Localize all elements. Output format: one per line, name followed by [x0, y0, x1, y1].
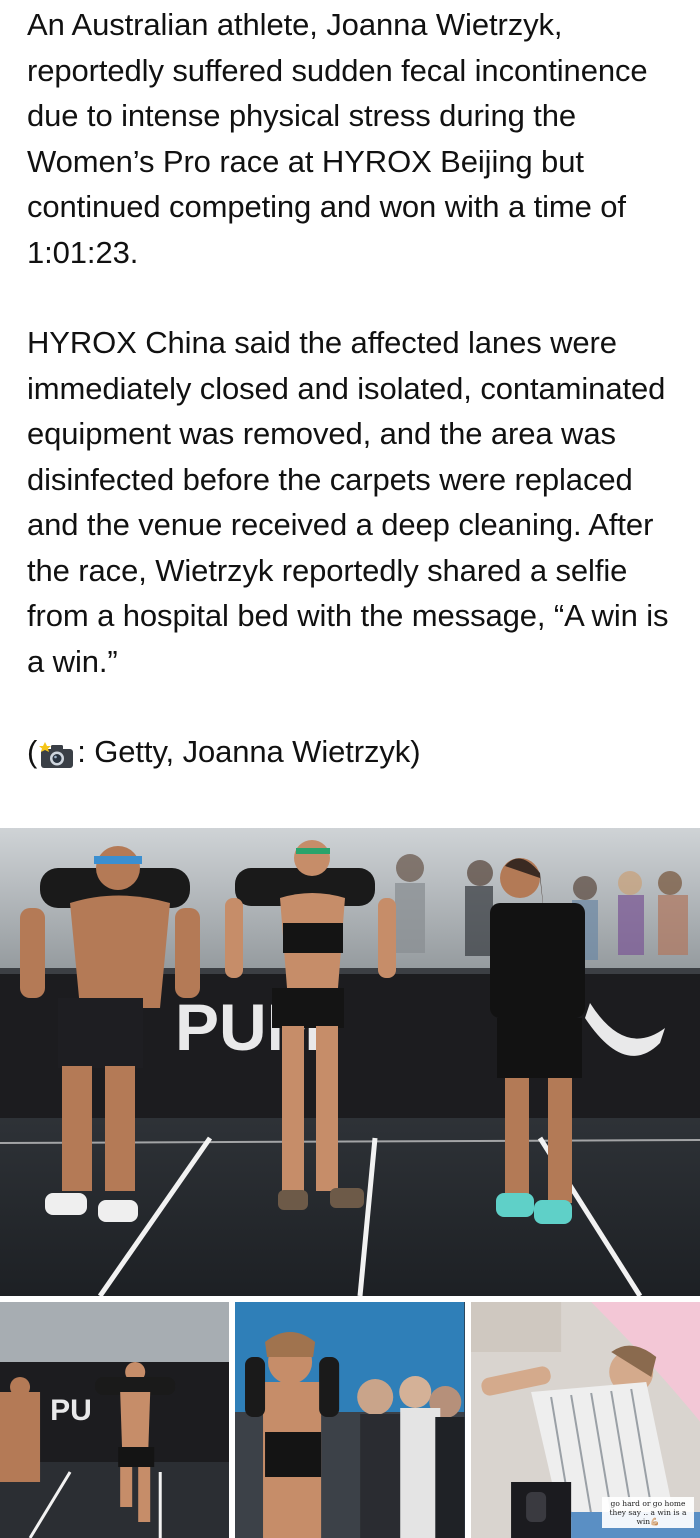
main-race-photo[interactable]: PUM [0, 828, 700, 1296]
photo-credit: ( : Getty, Joanna Wietrzyk) [27, 729, 677, 775]
crowd-thumbnail-graphic [235, 1302, 465, 1538]
camera-flash-icon [39, 737, 75, 768]
credit-open-paren: ( [27, 734, 38, 769]
hospital-selfie-thumbnail[interactable]: go hard or go home they say .. a win is … [470, 1302, 700, 1538]
race-thumbnail-graphic: PU [0, 1302, 230, 1538]
credit-text: : Getty, Joanna Wietrzyk) [77, 734, 421, 769]
sponsor-banner-text: PU [50, 1394, 92, 1427]
post-paragraph-2: HYROX China said the affected lanes were… [27, 325, 669, 679]
crowd-photo-thumbnail[interactable] [235, 1302, 465, 1538]
photo-strip: PU go hard or go home they say .. a win … [0, 1302, 700, 1538]
post-body: An Australian athlete, Joanna Wietrzyk, … [27, 0, 677, 775]
race-photo-thumbnail[interactable]: PU [0, 1302, 230, 1538]
post-paragraph-1: An Australian athlete, Joanna Wietrzyk, … [27, 7, 648, 270]
race-photo-graphic: PUM [0, 828, 700, 1296]
story-caption-text: go hard or go home they say .. a win is … [601, 1497, 694, 1528]
